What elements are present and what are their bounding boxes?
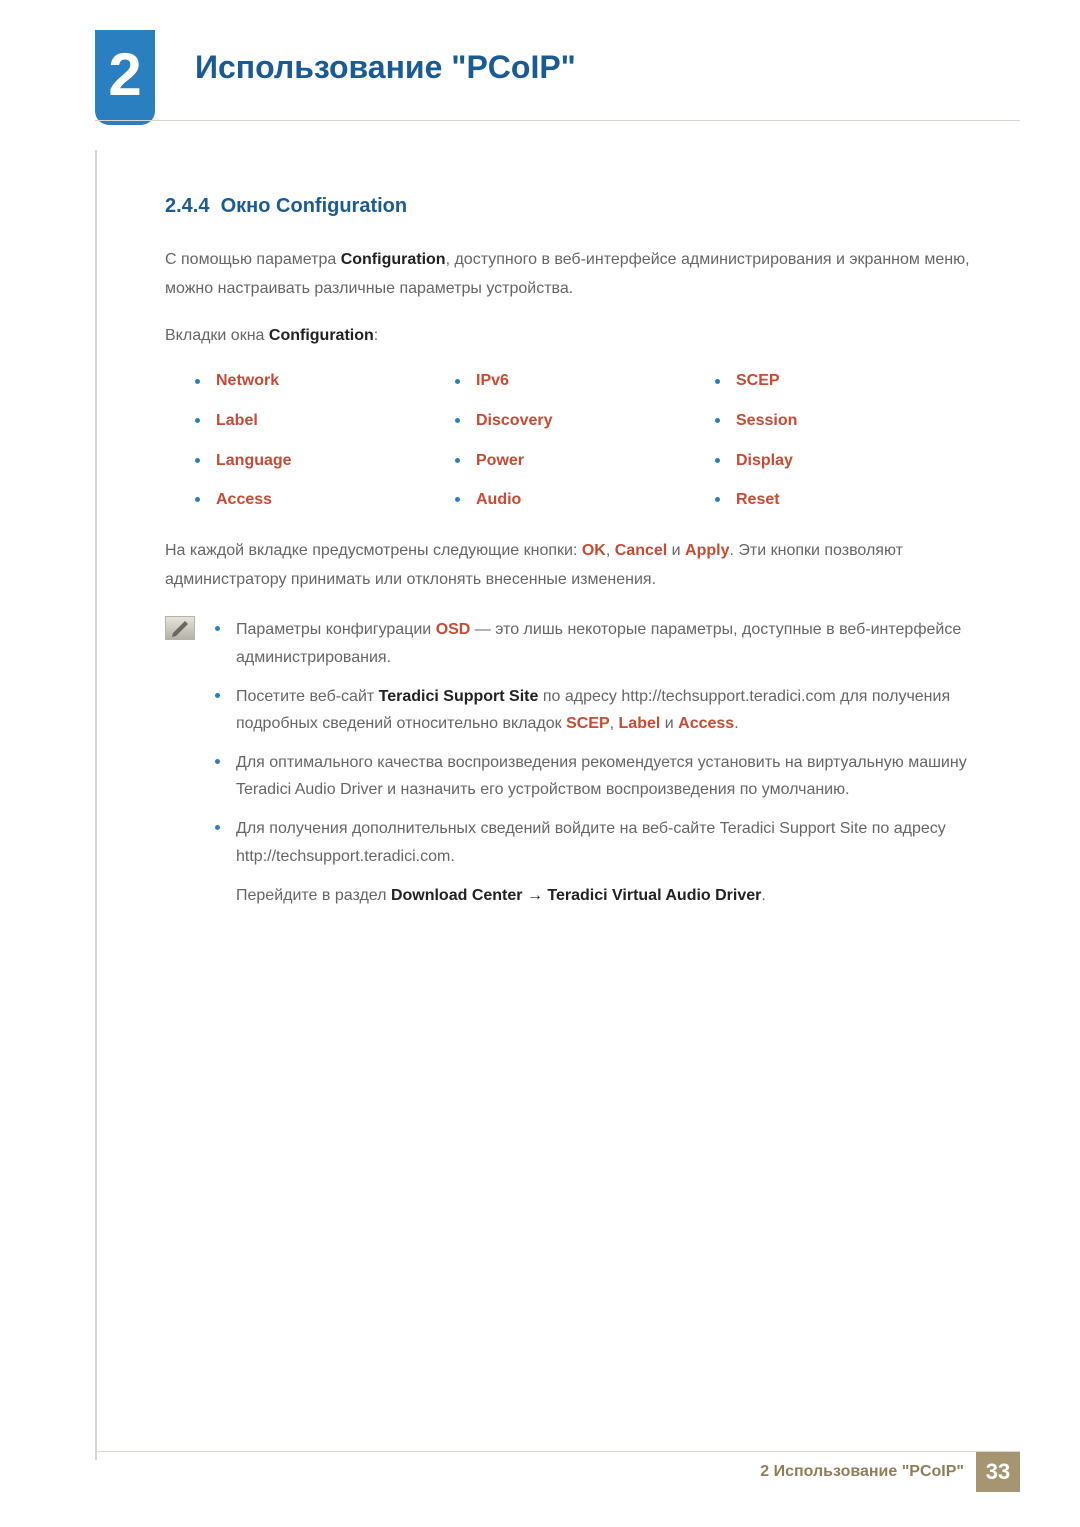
bullet-icon [455, 458, 460, 463]
bullet-icon [715, 497, 720, 502]
section-title: Окно Configuration [221, 195, 408, 217]
n2-s2: и [660, 715, 678, 732]
bullet-icon [455, 379, 460, 384]
n2-post: . [734, 715, 738, 732]
tab-item: IPv6 [455, 368, 715, 394]
note-item: Для оптимального качества воспроизведени… [215, 749, 975, 803]
n1-pre: Параметры конфигурации [236, 621, 436, 638]
tab-item: Display [715, 448, 975, 474]
tab-label: Display [736, 448, 793, 474]
tab-item: Language [195, 448, 455, 474]
bullet-icon [715, 458, 720, 463]
tab-item: Audio [455, 487, 715, 513]
note-block: Параметры конфигурации OSD — это лишь не… [165, 616, 975, 909]
tab-item: Label [195, 408, 455, 434]
tab-label: Reset [736, 487, 780, 513]
section-heading: 2.4.4 Окно Configuration [165, 190, 975, 222]
note-text: Для оптимального качества воспроизведени… [236, 749, 975, 803]
note-icon [165, 616, 195, 640]
buttons-pre: На каждой вкладке предусмотрены следующи… [165, 542, 582, 559]
n1-hl: OSD [436, 621, 471, 638]
page-number: 33 [976, 1452, 1020, 1492]
content-area: 2.4.4 Окно Configuration С помощью парам… [165, 190, 975, 909]
buttons-paragraph: На каждой вкладке предусмотрены следующи… [165, 537, 975, 595]
section-number: 2.4.4 [165, 195, 209, 217]
btn-ok: OK [582, 542, 606, 559]
tab-label: Language [216, 448, 292, 474]
btn-apply: Apply [685, 542, 729, 559]
sep: и [667, 542, 685, 559]
btn-cancel: Cancel [615, 542, 667, 559]
tab-label: SCEP [736, 368, 780, 394]
n2-t2: Label [619, 715, 661, 732]
tab-item: Power [455, 448, 715, 474]
tab-item: Access [195, 487, 455, 513]
n4-l2-pre: Перейдите в раздел [236, 887, 391, 904]
bullet-icon [195, 497, 200, 502]
bullet-icon [715, 418, 720, 423]
note-text: Посетите веб-сайт Teradici Support Site … [236, 683, 975, 737]
bullet-icon [195, 418, 200, 423]
tabs-intro-pre: Вкладки окна [165, 327, 269, 344]
tab-label: Session [736, 408, 797, 434]
tab-label: Power [476, 448, 524, 474]
tab-label: Label [216, 408, 258, 434]
intro-paragraph: С помощью параметра Configuration, досту… [165, 246, 975, 304]
bullet-icon [215, 693, 220, 698]
n2-t1: SCEP [566, 715, 610, 732]
tab-item: Session [715, 408, 975, 434]
tabs-grid: Network IPv6 SCEP Label Discovery Sessio… [195, 368, 975, 512]
tab-item: Discovery [455, 408, 715, 434]
page-footer: 2 Использование "PCoIP" 33 [760, 1452, 1020, 1492]
tab-label: Access [216, 487, 272, 513]
bullet-icon [455, 497, 460, 502]
note-item: Посетите веб-сайт Teradici Support Site … [215, 683, 975, 737]
n4-l2-post: . [761, 887, 765, 904]
chapter-title: Использование "PCoIP" [195, 42, 576, 93]
bullet-icon [195, 458, 200, 463]
n2-pre: Посетите веб-сайт [236, 688, 379, 705]
note-text: Параметры конфигурации OSD — это лишь не… [236, 616, 975, 670]
tab-item: SCEP [715, 368, 975, 394]
left-margin-rule [95, 150, 97, 1460]
bullet-icon [455, 418, 460, 423]
note-text: Для получения дополнительных сведений во… [236, 815, 975, 869]
n2-s1: , [610, 715, 619, 732]
tab-label: IPv6 [476, 368, 509, 394]
tab-item: Network [195, 368, 455, 394]
n4-tv: Teradici Virtual Audio Driver [547, 887, 761, 904]
arrow-icon: → [523, 887, 548, 904]
n2-t3: Access [678, 715, 734, 732]
note-item: Для получения дополнительных сведений во… [215, 815, 975, 869]
intro-bold: Configuration [341, 251, 446, 268]
note-list: Параметры конфигурации OSD — это лишь не… [215, 616, 975, 909]
tabs-intro-bold: Configuration [269, 327, 374, 344]
note-item: Параметры конфигурации OSD — это лишь не… [215, 616, 975, 670]
n2-b: Teradici Support Site [379, 688, 539, 705]
sep: , [606, 542, 615, 559]
bullet-icon [715, 379, 720, 384]
note-extra-line: Перейдите в раздел Download Center → Ter… [236, 882, 975, 909]
tab-label: Network [216, 368, 279, 394]
bullet-icon [215, 825, 220, 830]
footer-text: 2 Использование "PCoIP" [760, 1459, 964, 1485]
header-rule [95, 120, 1020, 121]
n4-dc: Download Center [391, 887, 523, 904]
intro-pre: С помощью параметра [165, 251, 341, 268]
bullet-icon [195, 379, 200, 384]
tab-item: Reset [715, 487, 975, 513]
tabs-intro-post: : [374, 327, 378, 344]
tabs-intro: Вкладки окна Configuration: [165, 322, 975, 351]
bullet-icon [215, 626, 220, 631]
tab-label: Discovery [476, 408, 553, 434]
page-header: 2 Использование "PCoIP" [0, 0, 1080, 30]
tab-label: Audio [476, 487, 521, 513]
bullet-icon [215, 759, 220, 764]
chapter-number-badge: 2 [95, 30, 155, 125]
